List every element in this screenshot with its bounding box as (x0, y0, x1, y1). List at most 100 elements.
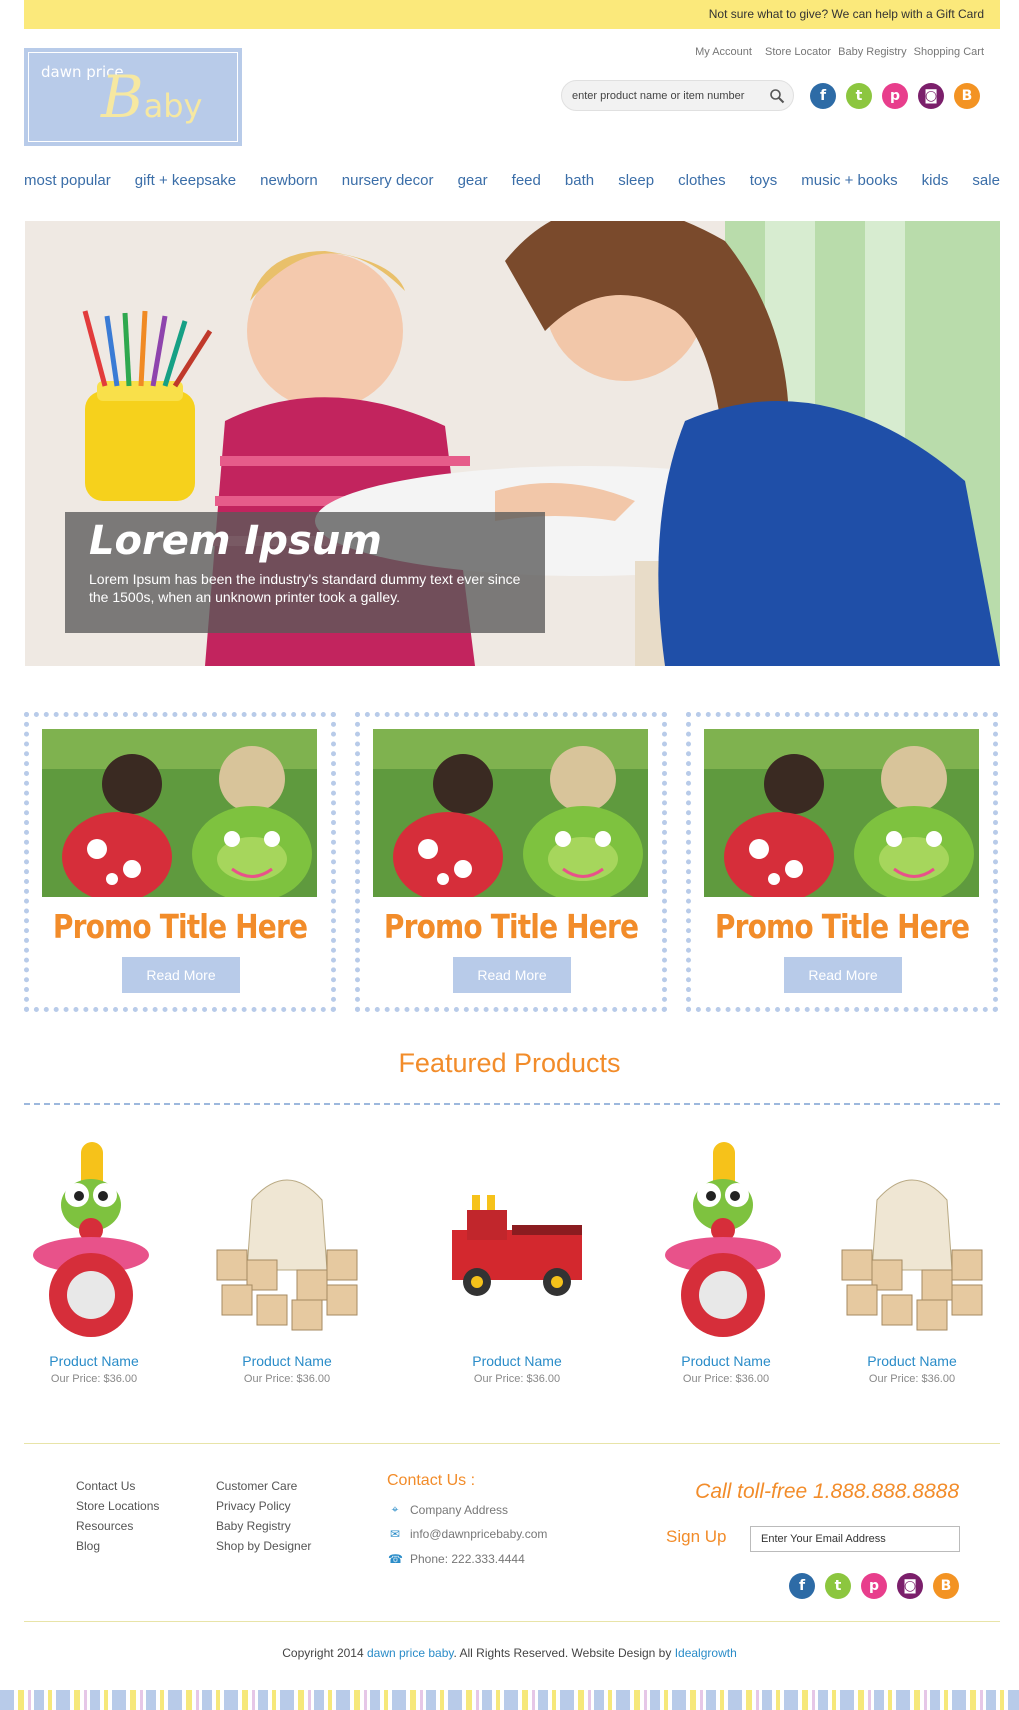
footer-link-customer-care[interactable]: Customer Care (216, 1476, 311, 1496)
read-more-button[interactable]: Read More (122, 957, 240, 993)
nav-sleep[interactable]: sleep (618, 172, 654, 189)
product-image-fire-truck[interactable] (422, 1140, 612, 1340)
search-icon[interactable] (769, 88, 785, 104)
phone-icon: ☎ (388, 1552, 403, 1566)
shopping-cart-link[interactable]: Shopping Cart (914, 46, 984, 58)
my-account-link[interactable]: My Account (695, 46, 752, 58)
brand-link[interactable]: dawn price baby (367, 1646, 454, 1660)
search-box (561, 80, 794, 111)
nav-newborn[interactable]: newborn (260, 172, 318, 189)
gift-card-banner-text[interactable]: Not sure what to give? We can help with … (709, 7, 984, 21)
promo-title: Promo Title Here (383, 907, 639, 946)
email-signup-input[interactable] (750, 1526, 960, 1552)
product-name[interactable]: Product Name (14, 1353, 174, 1369)
promo-image[interactable] (42, 729, 317, 897)
nav-music-books[interactable]: music + books (801, 172, 897, 189)
promo-title: Promo Title Here (52, 907, 308, 946)
blogger-icon[interactable]: B (954, 83, 980, 109)
hero-banner[interactable]: Lorem Ipsum Lorem Ipsum has been the ind… (25, 221, 1000, 666)
product-image-alphabet-blocks[interactable] (212, 1140, 362, 1340)
product-image-rattle-toy[interactable] (651, 1140, 801, 1340)
decorative-stripes (0, 1690, 1019, 1710)
product-image-rattle-toy[interactable] (19, 1140, 169, 1340)
store-locator-link[interactable]: Store Locator (765, 46, 831, 58)
search-input[interactable] (562, 81, 752, 110)
site-logo[interactable]: dawn price Baby (24, 48, 242, 146)
contact-phone-text: Phone: 222.333.4444 (410, 1552, 525, 1566)
featured-divider (24, 1103, 1000, 1105)
gift-card-banner[interactable]: Not sure what to give? We can help with … (24, 0, 1000, 29)
nav-most-popular[interactable]: most popular (24, 172, 111, 189)
instagram-icon[interactable]: ◙ (918, 83, 944, 109)
nav-nursery-decor[interactable]: nursery decor (342, 172, 434, 189)
twitter-icon[interactable]: t (846, 83, 872, 109)
product-name[interactable]: Product Name (646, 1353, 806, 1369)
product-card[interactable]: Product Name Our Price: $36.00 (832, 1140, 992, 1385)
instagram-icon[interactable]: ◙ (897, 1573, 923, 1599)
product-image-alphabet-blocks[interactable] (837, 1140, 987, 1340)
contact-phone: ☎ Phone: 222.333.4444 (388, 1552, 525, 1566)
product-card[interactable]: Product Name Our Price: $36.00 (207, 1140, 367, 1385)
designer-link[interactable]: Idealgrowth (675, 1646, 737, 1660)
product-card[interactable]: Product Name Our Price: $36.00 (14, 1140, 174, 1385)
nav-gear[interactable]: gear (458, 172, 488, 189)
footer-link-blog[interactable]: Blog (76, 1536, 159, 1556)
footer-links-col1: Contact Us Store Locations Resources Blo… (76, 1476, 159, 1556)
location-pin-icon: ⌖ (391, 1502, 399, 1516)
logo-rest: aby (143, 87, 203, 125)
promo-card: Promo Title Here Read More (686, 712, 998, 1012)
contact-address-text: Company Address (410, 1502, 509, 1517)
footer-link-store-locations[interactable]: Store Locations (76, 1496, 159, 1516)
footer-link-contact-us[interactable]: Contact Us (76, 1476, 159, 1496)
contact-email-text[interactable]: info@dawnpricebaby.com (410, 1527, 547, 1541)
copyright-pre: Copyright 2014 (282, 1646, 364, 1660)
contact-heading: Contact Us : (387, 1472, 476, 1489)
product-card[interactable]: Product Name Our Price: $36.00 (646, 1140, 806, 1385)
facebook-icon[interactable]: f (789, 1573, 815, 1599)
product-name[interactable]: Product Name (832, 1353, 992, 1369)
hero-caption: Lorem Ipsum Lorem Ipsum has been the ind… (65, 512, 545, 633)
footer-link-baby-registry[interactable]: Baby Registry (216, 1516, 311, 1536)
product-price: Our Price: $36.00 (50, 1373, 138, 1385)
toll-free-callout: Call toll-free 1.888.888.8888 (695, 1480, 959, 1503)
read-more-button[interactable]: Read More (453, 957, 571, 993)
nav-clothes[interactable]: clothes (678, 172, 726, 189)
footer-link-privacy-policy[interactable]: Privacy Policy (216, 1496, 311, 1516)
promo-card: Promo Title Here Read More (355, 712, 667, 1012)
product-card[interactable]: Product Name Our Price: $36.00 (437, 1140, 597, 1385)
product-price: Our Price: $36.00 (473, 1373, 561, 1385)
twitter-icon[interactable]: t (825, 1573, 851, 1599)
pinterest-icon[interactable]: p (882, 83, 908, 109)
hero-text: Lorem Ipsum has been the industry's stan… (89, 571, 521, 605)
promo-photo (42, 729, 317, 897)
read-more-button[interactable]: Read More (784, 957, 902, 993)
footer-divider-top (24, 1443, 1000, 1444)
promo-card: Promo Title Here Read More (24, 712, 336, 1012)
blogger-icon[interactable]: B (933, 1573, 959, 1599)
nav-gift-keepsake[interactable]: gift + keepsake (135, 172, 236, 189)
pinterest-icon[interactable]: p (861, 1573, 887, 1599)
contact-address: ⌖ Company Address (388, 1502, 508, 1517)
promo-title: Promo Title Here (714, 907, 970, 946)
facebook-icon[interactable]: f (810, 83, 836, 109)
footer-links-col2: Customer Care Privacy Policy Baby Regist… (216, 1476, 311, 1556)
product-price: Our Price: $36.00 (682, 1373, 770, 1385)
logo-text-baby: Baby (101, 57, 202, 146)
logo-frame: dawn price Baby (28, 52, 238, 142)
featured-products-heading: Featured Products (398, 1048, 621, 1078)
hero-title: Lorem Ipsum (89, 518, 382, 564)
nav-sale[interactable]: sale (972, 172, 1000, 189)
mail-icon: ✉ (389, 1527, 401, 1541)
product-name[interactable]: Product Name (207, 1353, 367, 1369)
nav-toys[interactable]: toys (750, 172, 778, 189)
promo-photo (373, 729, 648, 897)
product-name[interactable]: Product Name (437, 1353, 597, 1369)
promo-image[interactable] (373, 729, 648, 897)
baby-registry-link[interactable]: Baby Registry (838, 46, 906, 58)
footer-link-shop-by-designer[interactable]: Shop by Designer (216, 1536, 311, 1556)
promo-image[interactable] (704, 729, 979, 897)
footer-link-resources[interactable]: Resources (76, 1516, 159, 1536)
nav-feed[interactable]: feed (512, 172, 541, 189)
nav-kids[interactable]: kids (922, 172, 949, 189)
nav-bath[interactable]: bath (565, 172, 594, 189)
